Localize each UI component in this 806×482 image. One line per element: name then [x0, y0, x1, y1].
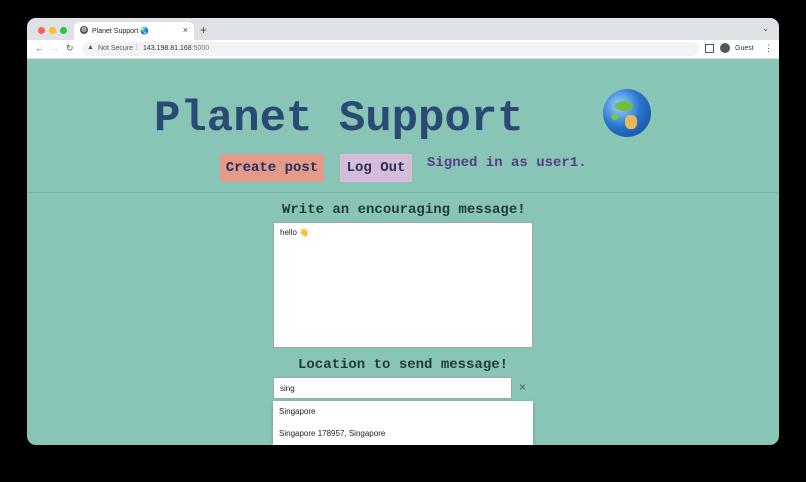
location-label: Location to send message! — [298, 357, 509, 373]
create-post-button[interactable]: Create post — [220, 154, 324, 182]
signed-in-status: Signed in as user1. — [427, 155, 587, 171]
tab-strip: ◍ Planet Support 🌏 × + ⌄ — [27, 18, 779, 40]
reload-icon[interactable]: ↻ — [66, 43, 74, 54]
earth-globe-icon — [603, 89, 651, 137]
minimize-window-button[interactable] — [49, 27, 56, 34]
address-bar[interactable]: ▲ Not Secure | 143.198.81.168:5000 — [82, 42, 699, 56]
menu-kebab-icon[interactable]: ⋮ — [764, 43, 773, 54]
page-title: Planet Support — [154, 94, 524, 144]
side-panel-icon[interactable] — [705, 44, 714, 53]
browser-tab[interactable]: ◍ Planet Support 🌏 × — [74, 22, 194, 40]
log-out-button[interactable]: Log Out — [340, 154, 412, 182]
back-arrow-icon[interactable]: ← — [35, 43, 44, 53]
new-tab-icon[interactable]: + — [200, 23, 207, 37]
browser-toolbar: ← → ↻ ▲ Not Secure | 143.198.81.168:5000… — [27, 40, 779, 59]
url-text: 143.198.81.168:5000 — [143, 45, 209, 52]
browser-window: ◍ Planet Support 🌏 × + ⌄ ← → ↻ ▲ Not Sec… — [27, 18, 779, 445]
message-label: Write an encouraging message! — [282, 202, 526, 218]
message-textarea[interactable]: hello 👋 — [273, 222, 533, 348]
clear-location-icon[interactable]: × — [519, 380, 526, 394]
page-content: Planet Support Create post Log Out Signe… — [27, 59, 779, 445]
location-search-input[interactable] — [273, 377, 512, 399]
security-status: Not Secure — [98, 45, 134, 52]
tab-title: Planet Support 🌏 — [92, 28, 149, 35]
location-suggestions: Singapore Singapore 178957, Singapore — [273, 401, 533, 445]
address-divider: | — [136, 44, 138, 51]
header-divider — [27, 192, 779, 193]
warning-icon: ▲ — [87, 44, 94, 51]
url-host: 143.198.81.168 — [143, 45, 192, 52]
close-window-button[interactable] — [38, 27, 45, 34]
close-tab-icon[interactable]: × — [183, 25, 188, 35]
suggestion-item[interactable]: Singapore 178957, Singapore — [279, 429, 385, 438]
url-port: :5000 — [191, 45, 210, 52]
profile-avatar-icon[interactable] — [720, 43, 730, 53]
forward-arrow-icon[interactable]: → — [50, 43, 59, 53]
profile-label[interactable]: Guest — [735, 45, 754, 52]
tab-search-chevron-icon[interactable]: ⌄ — [762, 24, 769, 33]
globe-favicon-icon: ◍ — [80, 26, 88, 34]
suggestion-item[interactable]: Singapore — [279, 407, 315, 416]
maximize-window-button[interactable] — [60, 27, 67, 34]
